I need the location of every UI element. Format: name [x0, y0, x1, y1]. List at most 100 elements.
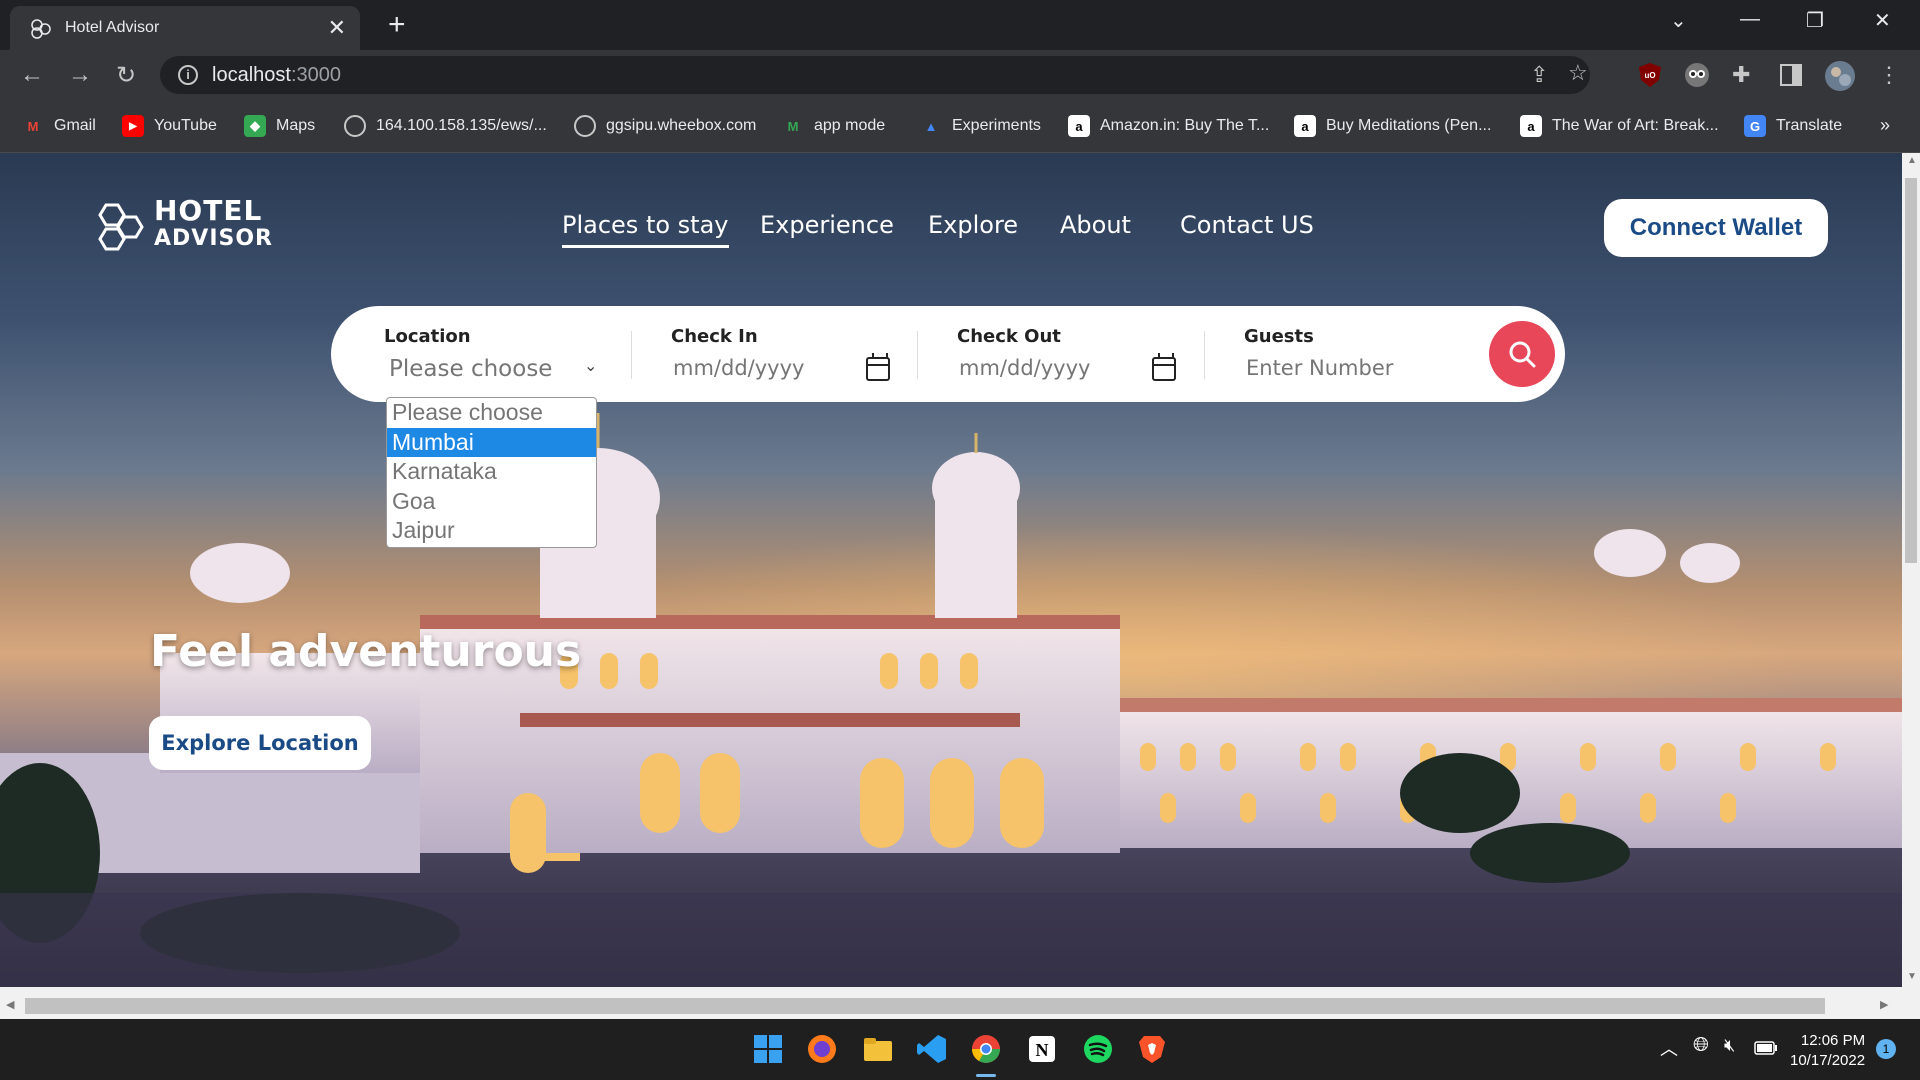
maps-icon: ◆ [244, 115, 266, 137]
brave-icon[interactable] [1136, 1033, 1168, 1065]
bookmark-experiments[interactable]: ▲ Experiments [920, 115, 1041, 137]
chrome-icon[interactable] [970, 1033, 1002, 1065]
checkin-input[interactable]: mm/dd/yyyy [673, 356, 804, 380]
checkin-label: Check In [671, 326, 758, 347]
nav-experience[interactable]: Experience [760, 211, 894, 239]
notion-icon[interactable]: N [1026, 1033, 1058, 1065]
bookmark-gmail[interactable]: M Gmail [22, 115, 96, 137]
bookmark-amazon-1[interactable]: a Amazon.in: Buy The T... [1068, 115, 1269, 137]
calendar-icon[interactable] [1152, 353, 1176, 381]
nav-contact-us[interactable]: Contact US [1180, 211, 1314, 239]
bookmark-label: Gmail [54, 117, 96, 134]
bookmark-youtube[interactable]: ▶ YouTube [122, 115, 217, 137]
scroll-right-icon[interactable]: ▶ [1880, 998, 1888, 1011]
dropdown-option[interactable]: Karnataka [387, 457, 596, 487]
explore-location-button[interactable]: Explore Location [149, 716, 371, 770]
tab-close-icon[interactable]: ✕ [328, 15, 346, 41]
profile-avatar[interactable] [1824, 60, 1856, 92]
checkin-field[interactable]: Check In mm/dd/yyyy [671, 306, 911, 402]
horizontal-scrollbar[interactable]: ◀ ▶ [0, 987, 1920, 1019]
globe-icon [344, 115, 366, 137]
bookmark-app-mode[interactable]: Mapp mode [782, 115, 886, 137]
notification-badge[interactable]: 1 [1876, 1039, 1896, 1059]
nav-explore[interactable]: Explore [928, 211, 1018, 239]
extensions-puzzle-icon[interactable]: ✚ [1732, 62, 1750, 88]
checkout-field[interactable]: Check Out mm/dd/yyyy [957, 306, 1197, 402]
ublock-icon[interactable]: uO [1638, 62, 1662, 88]
scrollbar-thumb[interactable] [1905, 178, 1917, 563]
chevron-down-icon: ⌄ [584, 358, 598, 375]
minimize-icon[interactable]: — [1740, 8, 1760, 31]
vertical-scrollbar[interactable]: ▲ ▼ [1902, 153, 1920, 987]
reload-icon[interactable]: ↻ [116, 61, 136, 90]
windows-start-icon[interactable] [752, 1033, 784, 1065]
system-clock[interactable]: 12:06 PM 10/17/2022 [1790, 1031, 1865, 1071]
nav-places-to-stay[interactable]: Places to stay [562, 211, 729, 248]
amazon-icon: a [1520, 115, 1542, 137]
bookmark-amazon-3[interactable]: a The War of Art: Break... [1520, 115, 1719, 137]
vscode-icon[interactable] [916, 1033, 948, 1065]
search-button[interactable] [1489, 321, 1555, 387]
bookmark-maps[interactable]: ◆ Maps [244, 115, 315, 137]
translate-icon: G [1744, 115, 1766, 137]
spotify-icon[interactable] [1082, 1033, 1114, 1065]
checkout-input[interactable]: mm/dd/yyyy [959, 356, 1090, 380]
firefox-icon[interactable] [806, 1033, 838, 1065]
browser-tab[interactable]: Hotel Advisor ✕ [10, 6, 360, 50]
speaker-muted-icon[interactable]: 🔇︎ [1724, 1035, 1735, 1056]
nav-about[interactable]: About [1060, 211, 1131, 239]
scroll-down-icon[interactable]: ▼ [1907, 971, 1917, 982]
site-info-icon[interactable]: i [178, 65, 198, 85]
scrollbar-thumb[interactable] [25, 998, 1825, 1014]
flask-icon: ▲ [924, 118, 938, 134]
bookmark-amazon-2[interactable]: a Buy Meditations (Pen... [1294, 115, 1491, 137]
amazon-icon: a [1068, 115, 1090, 137]
dropdown-option[interactable]: Jaipur [387, 516, 596, 546]
file-explorer-icon[interactable] [862, 1033, 894, 1065]
dropdown-option-selected[interactable]: Mumbai [387, 427, 596, 457]
extension-owl-icon[interactable] [1684, 62, 1710, 88]
calendar-icon[interactable] [866, 353, 890, 381]
hotel-advisor-page: HOTEL ADVISOR Places to stay Experience … [0, 153, 1902, 987]
scroll-left-icon[interactable]: ◀ [6, 998, 14, 1011]
bookmark-ews[interactable]: 164.100.158.135/ews/... [344, 115, 547, 137]
bookmark-translate[interactable]: G Translate [1744, 115, 1842, 137]
tab-search-chevron-icon[interactable]: ⌄ [1670, 8, 1687, 33]
location-field[interactable]: Location Please choose ⌄ [384, 306, 614, 402]
dropdown-option[interactable]: Please choose [387, 398, 596, 428]
url-port: :3000 [290, 64, 341, 86]
restore-icon[interactable]: ❐ [1806, 8, 1824, 33]
location-select[interactable]: Please choose [389, 356, 552, 382]
battery-icon[interactable] [1754, 1041, 1778, 1055]
logo-line2: ADVISOR [154, 226, 273, 251]
back-icon[interactable]: ← [20, 61, 44, 89]
guests-label: Guests [1244, 326, 1314, 347]
connect-wallet-button[interactable]: Connect Wallet [1604, 199, 1828, 257]
forward-icon[interactable]: → [68, 61, 92, 89]
bookmark-star-icon[interactable]: ☆ [1568, 60, 1588, 86]
address-bar[interactable]: i localhost:3000 ⇪ ☆ [160, 56, 1590, 94]
location-label: Location [384, 326, 471, 347]
dropdown-option[interactable]: Goa [387, 487, 596, 517]
side-panel-icon[interactable] [1780, 64, 1802, 86]
url-text: localhost:3000 [212, 64, 341, 87]
share-icon[interactable]: ⇪ [1530, 62, 1548, 88]
window-close-icon[interactable]: ✕ [1874, 8, 1891, 33]
gmail-icon: M [27, 118, 39, 134]
bookmark-label: Experiments [952, 117, 1041, 134]
tab-title: Hotel Advisor [65, 19, 160, 36]
guests-field[interactable]: Guests Enter Number [1244, 306, 1474, 402]
scroll-up-icon[interactable]: ▲ [1907, 155, 1917, 166]
location-dropdown-list: Please choose Mumbai Karnataka Goa Jaipu… [386, 397, 597, 548]
show-hidden-icons-chevron-icon[interactable]: ︿ [1660, 1035, 1678, 1061]
app-mode-icon: M [787, 118, 799, 134]
active-app-indicator [976, 1074, 996, 1077]
guests-input[interactable]: Enter Number [1246, 356, 1393, 380]
network-globe-icon[interactable]: 🌐︎ [1693, 1034, 1709, 1057]
browser-toolbar: ← → ↻ i localhost:3000 ⇪ ☆ uO ✚ ⋮ [0, 50, 1920, 100]
browser-menu-icon[interactable]: ⋮ [1878, 62, 1900, 88]
clock-time: 12:06 PM [1800, 1032, 1866, 1049]
more-bookmarks-icon[interactable]: » [1880, 115, 1890, 136]
new-tab-button[interactable]: + [388, 8, 406, 42]
bookmark-wheebox[interactable]: ggsipu.wheebox.com [574, 115, 756, 137]
